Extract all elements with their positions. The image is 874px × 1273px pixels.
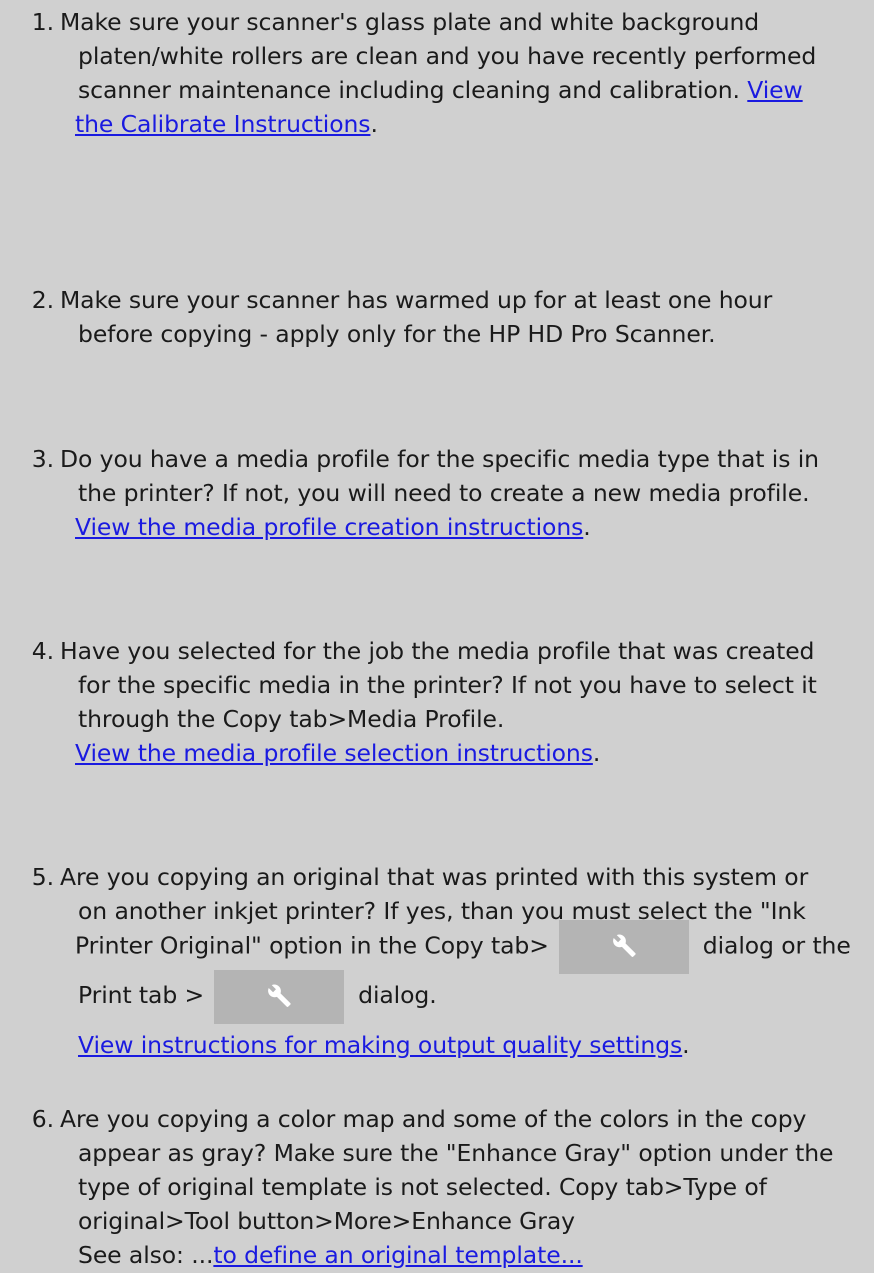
step-text: type of original template is not selecte… xyxy=(78,1173,767,1201)
step-4: 4. Have you selected for the job the medi… xyxy=(0,634,874,770)
help-page: 1. Make sure your scanner's glass plate a… xyxy=(0,0,874,1273)
copy-tool-button[interactable] xyxy=(558,920,689,974)
step-text: appear as gray? Make sure the "Enhance G… xyxy=(78,1139,834,1167)
punctuation: . xyxy=(370,110,378,138)
wrench-icon xyxy=(612,934,636,958)
step-1: 1. Make sure your scanner's glass plate a… xyxy=(0,5,874,141)
step-text: scanner maintenance including cleaning a… xyxy=(78,76,740,104)
step-number: 3. xyxy=(31,445,54,473)
step-text: Are you copying an original that was pri… xyxy=(60,863,809,891)
media-profile-selection-link[interactable]: View the media profile selection instruc… xyxy=(75,739,593,767)
step-2: 2. Make sure your scanner has warmed up f… xyxy=(0,283,874,351)
step-number: 2. xyxy=(31,286,54,314)
step-5: 5. Are you copying an original that was p… xyxy=(0,860,874,1062)
punctuation: . xyxy=(583,513,591,541)
step-text: through the Copy tab>Media Profile. xyxy=(78,705,505,733)
step-text: Have you selected for the job the media … xyxy=(60,637,815,665)
step-text: for the specific media in the printer? I… xyxy=(78,671,817,699)
step-text: See also: ... xyxy=(78,1241,214,1269)
calibrate-instructions-link-cont[interactable]: the Calibrate Instructions xyxy=(75,110,371,138)
media-profile-creation-link[interactable]: View the media profile creation instruct… xyxy=(75,513,583,541)
step-text: Make sure your scanner's glass plate and… xyxy=(60,8,760,36)
define-original-template-link[interactable]: to define an original template... xyxy=(213,1241,582,1269)
step-3: 3. Do you have a media profile for the sp… xyxy=(0,442,874,544)
step-text: Do you have a media profile for the spec… xyxy=(60,445,819,473)
step-text: before copying - apply only for the HP H… xyxy=(78,320,716,348)
wrench-icon xyxy=(268,984,291,1007)
step-6: 6. Are you copying a color map and some o… xyxy=(0,1102,874,1272)
step-text: Printer Original" option in the Copy tab… xyxy=(75,931,549,960)
step-number: 5. xyxy=(31,863,54,891)
punctuation: . xyxy=(592,739,601,767)
step-number: 6. xyxy=(31,1105,54,1133)
step-text: platen/white rollers are clean and you h… xyxy=(78,42,817,70)
step-text: dialog. xyxy=(358,981,437,1009)
step-text: the printer? If not, you will need to cr… xyxy=(78,479,810,507)
step-text: Are you copying a color map and some of … xyxy=(60,1105,807,1133)
step-text: Print tab > xyxy=(78,981,205,1009)
print-tool-button[interactable] xyxy=(214,969,345,1024)
step-text: Make sure your scanner has warmed up for… xyxy=(60,286,773,314)
step-number: 1. xyxy=(31,8,54,36)
calibrate-instructions-link[interactable]: View xyxy=(747,76,802,104)
output-quality-settings-link[interactable]: View instructions for making output qual… xyxy=(78,1031,682,1059)
punctuation: . xyxy=(682,1031,690,1059)
step-number: 4. xyxy=(31,637,54,665)
step-text: original>Tool button>More>Enhance Gray xyxy=(78,1207,575,1235)
step-text: dialog or the xyxy=(702,931,851,960)
